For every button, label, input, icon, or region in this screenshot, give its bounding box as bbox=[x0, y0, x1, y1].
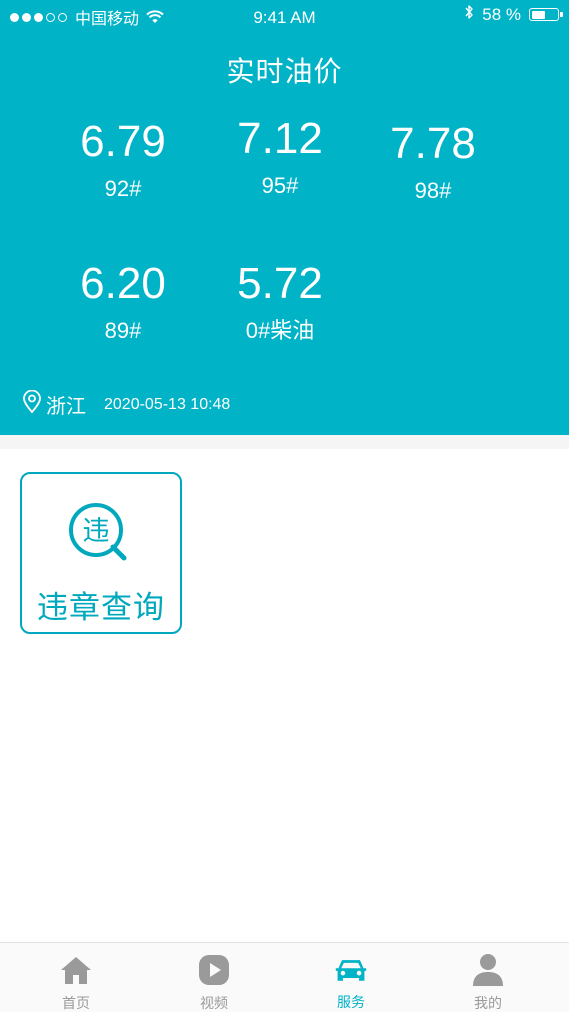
update-time: 2020-05-13 10:48 bbox=[104, 395, 231, 413]
bluetooth-icon bbox=[464, 4, 474, 25]
location-row: 浙江 2020-05-13 10:48 bbox=[22, 389, 231, 419]
tab-service[interactable]: 服务 bbox=[280, 943, 422, 1012]
price-value: 6.79 bbox=[80, 117, 166, 166]
status-bar: 中国移动 9:41 AM 58 % bbox=[0, 0, 569, 36]
price-value: 7.12 bbox=[237, 114, 323, 163]
price-label: 0#柴油 bbox=[245, 318, 315, 343]
violation-search-icon: 违 bbox=[66, 502, 130, 564]
header-panel: 中国移动 9:41 AM 58 % 实时油价 6.79 92# 7.12 95#… bbox=[0, 0, 569, 435]
tab-label: 视频 bbox=[200, 995, 228, 1011]
price-item-92: 6.79 92# bbox=[48, 118, 198, 202]
car-icon bbox=[334, 953, 368, 987]
price-item-diesel: 5.72 0#柴油 bbox=[205, 260, 355, 344]
page-title: 实时油价 bbox=[226, 56, 343, 87]
tab-home[interactable]: 首页 bbox=[5, 943, 147, 1012]
status-right: 58 % bbox=[464, 4, 563, 25]
price-value: 5.72 bbox=[237, 259, 323, 308]
person-icon bbox=[471, 953, 505, 987]
price-value: 7.78 bbox=[390, 119, 476, 168]
tab-label: 首页 bbox=[62, 995, 90, 1011]
location-pin-icon bbox=[22, 389, 42, 419]
price-item-98: 7.78 98# bbox=[358, 120, 508, 204]
price-label: 92# bbox=[104, 176, 142, 201]
price-item-95: 7.12 95# bbox=[205, 115, 355, 199]
tab-profile[interactable]: 我的 bbox=[417, 943, 559, 1012]
price-item-89: 6.20 89# bbox=[48, 260, 198, 344]
tab-video[interactable]: 视频 bbox=[143, 943, 285, 1012]
tab-label: 我的 bbox=[474, 995, 502, 1011]
bottom-tab-bar: 首页 视频 服务 我的 bbox=[0, 942, 569, 1012]
price-label: 98# bbox=[414, 178, 452, 203]
section-divider bbox=[0, 435, 569, 449]
tab-label: 服务 bbox=[337, 994, 365, 1010]
home-icon bbox=[59, 953, 93, 987]
price-value: 6.20 bbox=[80, 259, 166, 308]
fuel-price-page: 中国移动 9:41 AM 58 % 实时油价 6.79 92# 7.12 95#… bbox=[0, 0, 569, 1012]
price-label: 89# bbox=[104, 318, 142, 343]
battery-percent: 58 % bbox=[482, 4, 521, 24]
battery-icon bbox=[529, 8, 563, 21]
price-label: 95# bbox=[261, 173, 299, 198]
location-name: 浙江 bbox=[46, 396, 86, 418]
svg-text:违: 违 bbox=[83, 516, 110, 547]
violation-query-tile[interactable]: 违 违章查询 bbox=[20, 472, 182, 634]
video-play-icon bbox=[197, 953, 231, 987]
tile-label: 违章查询 bbox=[37, 590, 165, 625]
